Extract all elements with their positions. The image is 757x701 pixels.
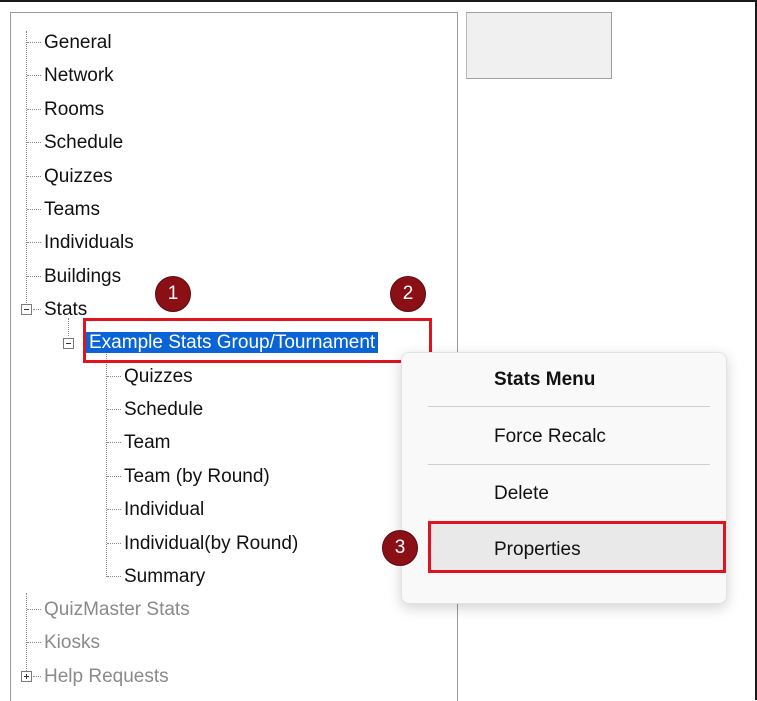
tree-item-stats[interactable]: Stats [44,296,87,324]
collapse-icon[interactable] [63,338,74,349]
highlight-box-properties [428,521,726,573]
tree-connector [26,31,28,305]
tree-item-kiosks[interactable]: Kiosks [44,629,100,657]
expand-icon[interactable] [21,671,32,682]
tree-item-individuals[interactable]: Individuals [44,229,134,257]
window-top-border [0,0,757,2]
tree-item-quizmaster-stats[interactable]: QuizMaster Stats [44,596,190,624]
tree-item-stats-schedule[interactable]: Schedule [124,396,203,424]
tree-item-stats-quizzes[interactable]: Quizzes [124,363,193,391]
step-badge-3: 3 [382,530,418,566]
step-badge-1: 1 [155,276,191,312]
menu-item-delete[interactable]: Delete [494,483,549,505]
highlight-box-selected-node [83,318,432,363]
tree-item-network[interactable]: Network [44,62,114,90]
collapse-icon[interactable] [21,304,32,315]
tree-item-stats-team[interactable]: Team [124,429,170,457]
tree-item-stats-individual-by-round[interactable]: Individual(by Round) [124,530,298,558]
menu-separator [428,406,710,407]
tree-item-teams[interactable]: Teams [44,196,100,224]
tree-connector [26,593,28,673]
menu-item-force-recalc[interactable]: Force Recalc [494,426,606,448]
tree-item-help-requests[interactable]: Help Requests [44,663,169,691]
tree-item-stats-team-by-round[interactable]: Team (by Round) [124,463,270,491]
step-badge-2: 2 [390,276,426,312]
tree-item-general[interactable]: General [44,29,112,57]
tab-header[interactable] [466,12,612,79]
menu-separator [428,464,710,465]
tree-item-buildings[interactable]: Buildings [44,263,121,291]
menu-title: Stats Menu [494,369,596,390]
tree-item-rooms[interactable]: Rooms [44,96,104,124]
tree-item-schedule[interactable]: Schedule [44,129,123,157]
tree-item-stats-summary[interactable]: Summary [124,563,205,591]
tree-item-quizzes[interactable]: Quizzes [44,163,113,191]
tree-item-stats-individual[interactable]: Individual [124,496,204,524]
